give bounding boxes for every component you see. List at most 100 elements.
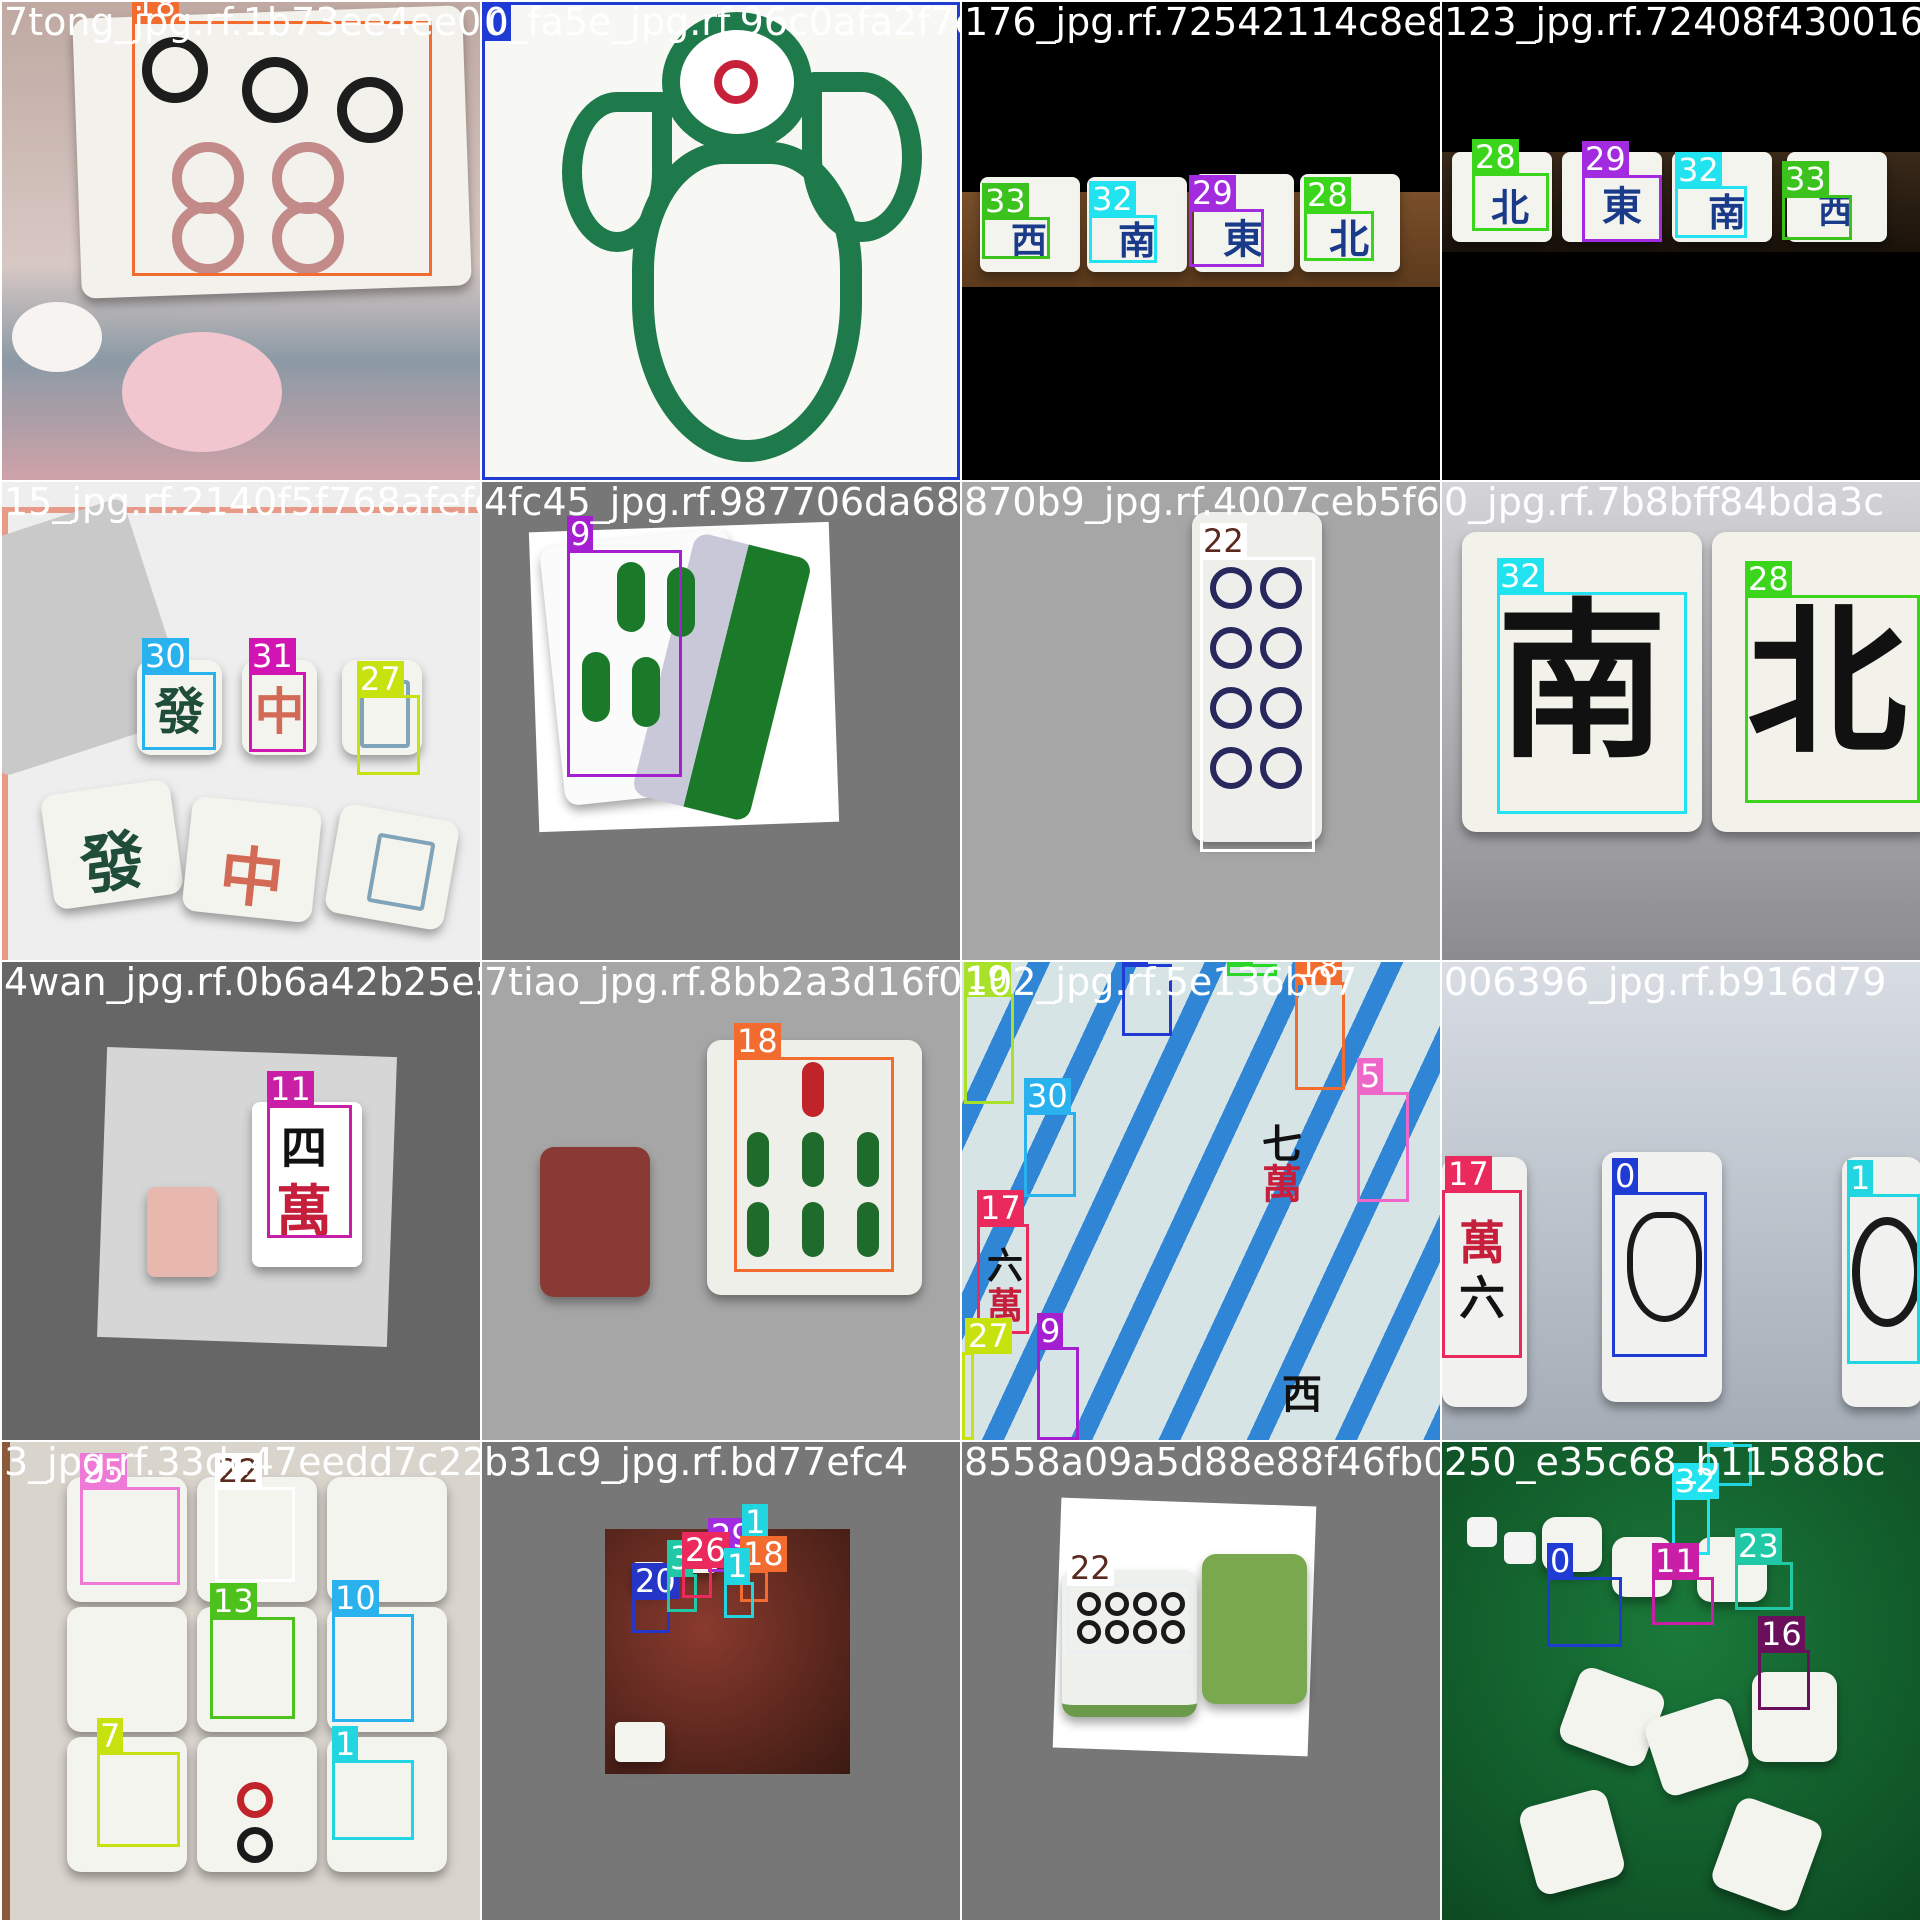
cartoon-pig	[122, 332, 282, 452]
detection-box: 16	[1758, 1616, 1810, 1710]
detection-label: 29	[1582, 141, 1629, 177]
detection-box: 29	[1189, 175, 1264, 267]
detection-box: 22	[1200, 523, 1315, 852]
annotated-image-mosaic: 18 7tong_jpg.rf.1b73ee4ee0f19 0 0_fa5e_j…	[0, 0, 1920, 1920]
tile-filename: 250_e35c68_b11588bc	[1444, 1442, 1886, 1484]
detection-label: 31	[249, 638, 296, 674]
tile-glyph-wan: 萬	[1262, 1161, 1302, 1208]
detection-label: 23	[1735, 1528, 1782, 1564]
detection-box: 26	[682, 1532, 729, 1598]
dice	[1467, 1517, 1497, 1547]
detection-label: 18	[132, 2, 179, 23]
tile-glyph-zhong: 中	[215, 837, 288, 920]
mosaic-tile: 北 東 南 西 28 29 32 33 123_jpg.rf.72408f430…	[1442, 2, 1920, 480]
detection-label: 7	[97, 1718, 124, 1754]
detection-label: 32	[1497, 558, 1544, 594]
tile-glyph-west: 西	[1282, 1371, 1322, 1418]
detection-box: 19	[964, 962, 1014, 1104]
detection-box: 32	[1675, 152, 1747, 238]
detection-box: 28	[1472, 139, 1549, 231]
detection-box: 28	[1745, 561, 1920, 803]
mosaic-tile: 9 4fc45_jpg.rf.987706da68f386	[482, 482, 960, 960]
detection-box: 25	[80, 1453, 180, 1585]
detection-box: 32	[1089, 181, 1157, 263]
detection-label: 25	[80, 1453, 127, 1489]
detection-label: 10	[332, 1580, 379, 1616]
detection-box: 30	[142, 638, 216, 750]
detection-label: 1	[1707, 1442, 1734, 1446]
detection-box: 5	[1357, 1058, 1409, 1202]
mosaic-tile: 六 萬 17 0 1 006396_jpg.rf.b916d79	[1442, 962, 1920, 1440]
circle-pip	[237, 1827, 273, 1863]
detection-label: 28	[1745, 561, 1792, 597]
detection-label: 9	[567, 516, 594, 552]
detection-label: 16	[1758, 1616, 1805, 1652]
mosaic-tile: 22 8558a09a5d88e88f46fb065	[962, 1442, 1440, 1920]
mahjong-tile	[540, 1147, 650, 1297]
detection-box: 11	[267, 1071, 352, 1238]
detection-label: 0	[1612, 1158, 1639, 1194]
detection-box: 27	[962, 1318, 1012, 1440]
mosaic-tile: 南 北 32 28 0_jpg.rf.7b8bff84bda3c	[1442, 482, 1920, 960]
detection-label: 11	[1652, 1543, 1699, 1579]
detection-label: 27	[357, 661, 404, 697]
lotus-flower	[12, 302, 102, 372]
detection-box: 22	[1067, 1550, 1192, 1654]
detection-label: 32	[1672, 1463, 1719, 1499]
mosaic-tile: 18 7tiao_jpg.rf.8bb2a3d16f0c3c	[482, 962, 960, 1440]
detection-box: 30	[1024, 1078, 1076, 1197]
detection-label: 22	[1067, 1550, 1114, 1586]
detection-label: 0	[1547, 1543, 1574, 1579]
detection-box: 10	[332, 1580, 414, 1722]
detection-box: 22	[215, 1453, 295, 1582]
detection-box: 11	[1652, 1543, 1714, 1625]
detection-label: 33	[982, 183, 1029, 219]
tile-filename: 8558a09a5d88e88f46fb065	[964, 1442, 1440, 1484]
detection-label: 22	[1200, 523, 1247, 559]
detection-box: 8	[1227, 962, 1277, 976]
tile-filename: 4wan_jpg.rf.0b6a42b25e50f4	[4, 962, 480, 1004]
detection-label: 29	[1189, 175, 1236, 211]
detection-label: 26	[682, 1532, 729, 1568]
detection-label: 28	[1472, 139, 1519, 175]
circle-pip	[237, 1782, 273, 1818]
detection-box: 13	[210, 1583, 295, 1719]
mosaic-tile: 29 1 20 3 26 18 1 b31c9_jpg.rf.bd77efc4	[482, 1442, 960, 1920]
mahjong-tile	[147, 1187, 217, 1277]
tile-filename: 7tiao_jpg.rf.8bb2a3d16f0c3c	[484, 962, 960, 1004]
mosaic-tile: 發 中 發 中 30 31 27 15_jpg.rf.2140f5f768afe…	[2, 482, 480, 960]
detection-box: 9	[1037, 1313, 1079, 1440]
tile-filename: 176_jpg.rf.72542114c8e8e392d	[964, 2, 1440, 44]
detection-box: 32	[1497, 558, 1687, 814]
detection-box: 23	[1735, 1528, 1793, 1610]
detection-label: 11	[267, 1071, 314, 1107]
detection-box: 1	[1847, 1160, 1920, 1364]
mosaic-tile: 西 南 東 北 33 32 29 28 176_jpg.rf.72542114c…	[962, 2, 1440, 480]
detection-box: 0	[1122, 962, 1172, 1036]
detection-label: 0	[1122, 962, 1149, 966]
mahjong-tile	[615, 1722, 665, 1762]
detection-box: 7	[97, 1718, 180, 1847]
detection-box: 33	[1782, 161, 1852, 240]
detection-box: 27	[357, 661, 420, 775]
detection-label: 18	[1295, 962, 1342, 984]
detection-label: 8	[1227, 962, 1254, 966]
detection-box: 1	[724, 1548, 754, 1618]
detection-box: 0	[1547, 1543, 1622, 1647]
detection-label: 32	[1675, 152, 1722, 188]
detection-label: 1	[332, 1726, 359, 1762]
detection-label: 0	[485, 5, 512, 41]
detection-box: 31	[249, 638, 306, 752]
detection-box: 18	[734, 1023, 894, 1272]
detection-label: 18	[734, 1023, 781, 1059]
detection-box: 17	[1442, 1156, 1522, 1358]
detection-label: 1	[724, 1548, 751, 1584]
detection-box: 20	[632, 1563, 679, 1633]
detection-box: 18	[132, 2, 432, 276]
tile-filename: 4fc45_jpg.rf.987706da68f386	[484, 482, 960, 524]
mosaic-tile: 22 870b9_jpg.rf.4007ceb5f6ad5	[962, 482, 1440, 960]
tile-glyph-fa: 發	[75, 821, 150, 906]
tile-filename: 006396_jpg.rf.b916d79	[1444, 962, 1887, 1004]
mosaic-tile: 四 萬 11 4wan_jpg.rf.0b6a42b25e50f4	[2, 962, 480, 1440]
detection-label: 13	[210, 1583, 257, 1619]
